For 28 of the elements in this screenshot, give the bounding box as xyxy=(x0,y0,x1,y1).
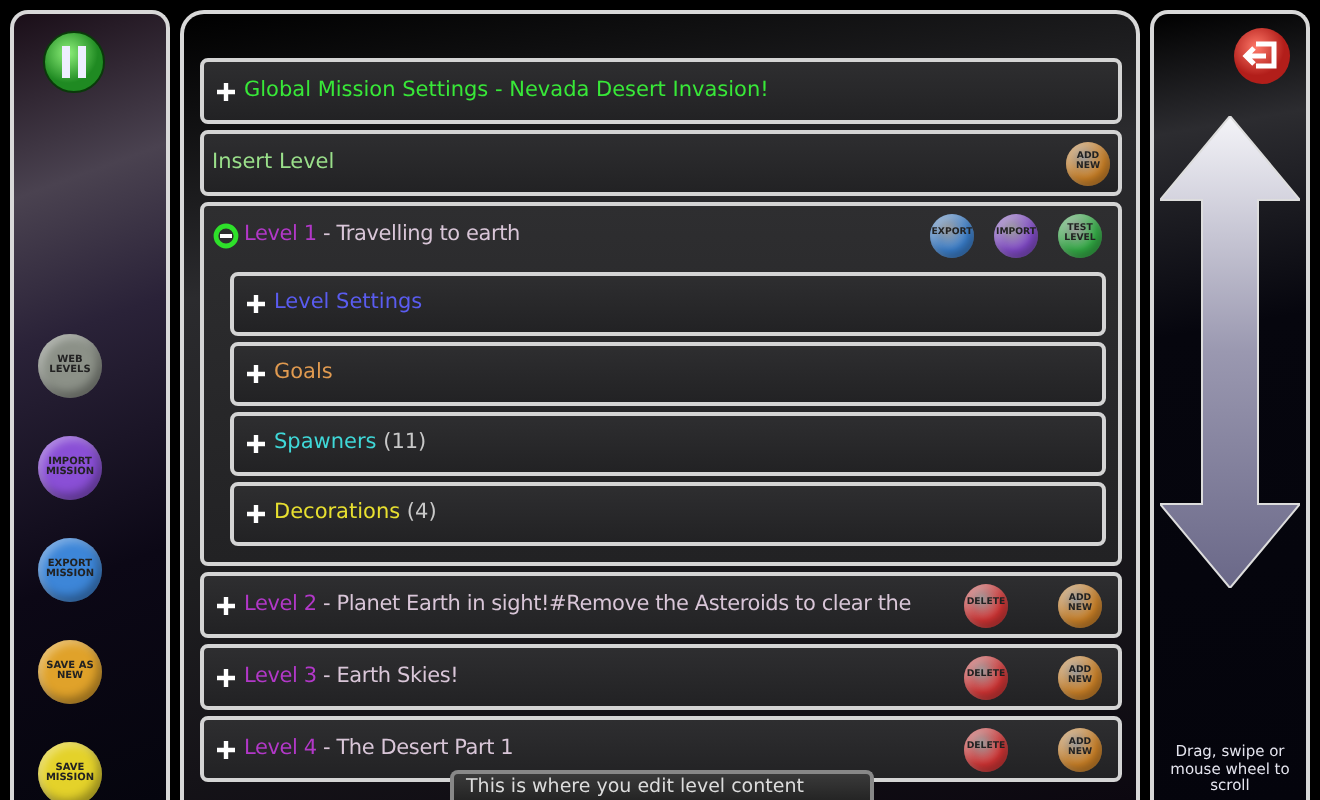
exit-button[interactable] xyxy=(1232,26,1292,86)
expand-icon[interactable] xyxy=(242,290,270,318)
section-row[interactable]: Decorations (4) xyxy=(230,482,1106,546)
expand-icon[interactable] xyxy=(212,591,240,619)
section-row[interactable]: Goals xyxy=(230,342,1106,406)
section-title: Decorations (4) xyxy=(274,498,437,529)
section-row[interactable]: Level Settings xyxy=(230,272,1106,336)
row-title: Insert Level xyxy=(212,147,337,178)
expand-icon[interactable] xyxy=(242,430,270,458)
level-title: Level 4 - The Desert Part 1 xyxy=(244,733,516,764)
expand-icon[interactable] xyxy=(242,500,270,528)
level-title: Level 2 - Planet Earth in sight!#Remove the Asteroids to clear the xyxy=(244,589,913,620)
collapse-icon[interactable] xyxy=(212,221,240,249)
pause-button[interactable] xyxy=(42,30,106,94)
section-row[interactable]: Spawners (11) xyxy=(230,412,1106,476)
level-title: Level 1 - Travelling to earth xyxy=(244,219,522,250)
expand-icon[interactable] xyxy=(212,735,240,763)
scroll-arrow-icon[interactable] xyxy=(1160,116,1300,588)
section-title: Level Settings xyxy=(274,288,423,319)
row-title: Global Mission Settings - Nevada Desert Invasion! xyxy=(244,75,769,106)
expand-icon[interactable] xyxy=(242,360,270,388)
section-title: Goals xyxy=(274,358,333,389)
level-title: Level 3 - Earth Skies! xyxy=(244,661,461,692)
expand-icon[interactable] xyxy=(212,77,240,105)
expand-icon[interactable] xyxy=(212,663,240,691)
section-title: Spawners (11) xyxy=(274,428,427,459)
settings-row[interactable]: Global Mission Settings - Nevada Desert Invasion! xyxy=(200,58,1122,124)
tooltip: This is where you edit level content xyxy=(450,770,874,800)
